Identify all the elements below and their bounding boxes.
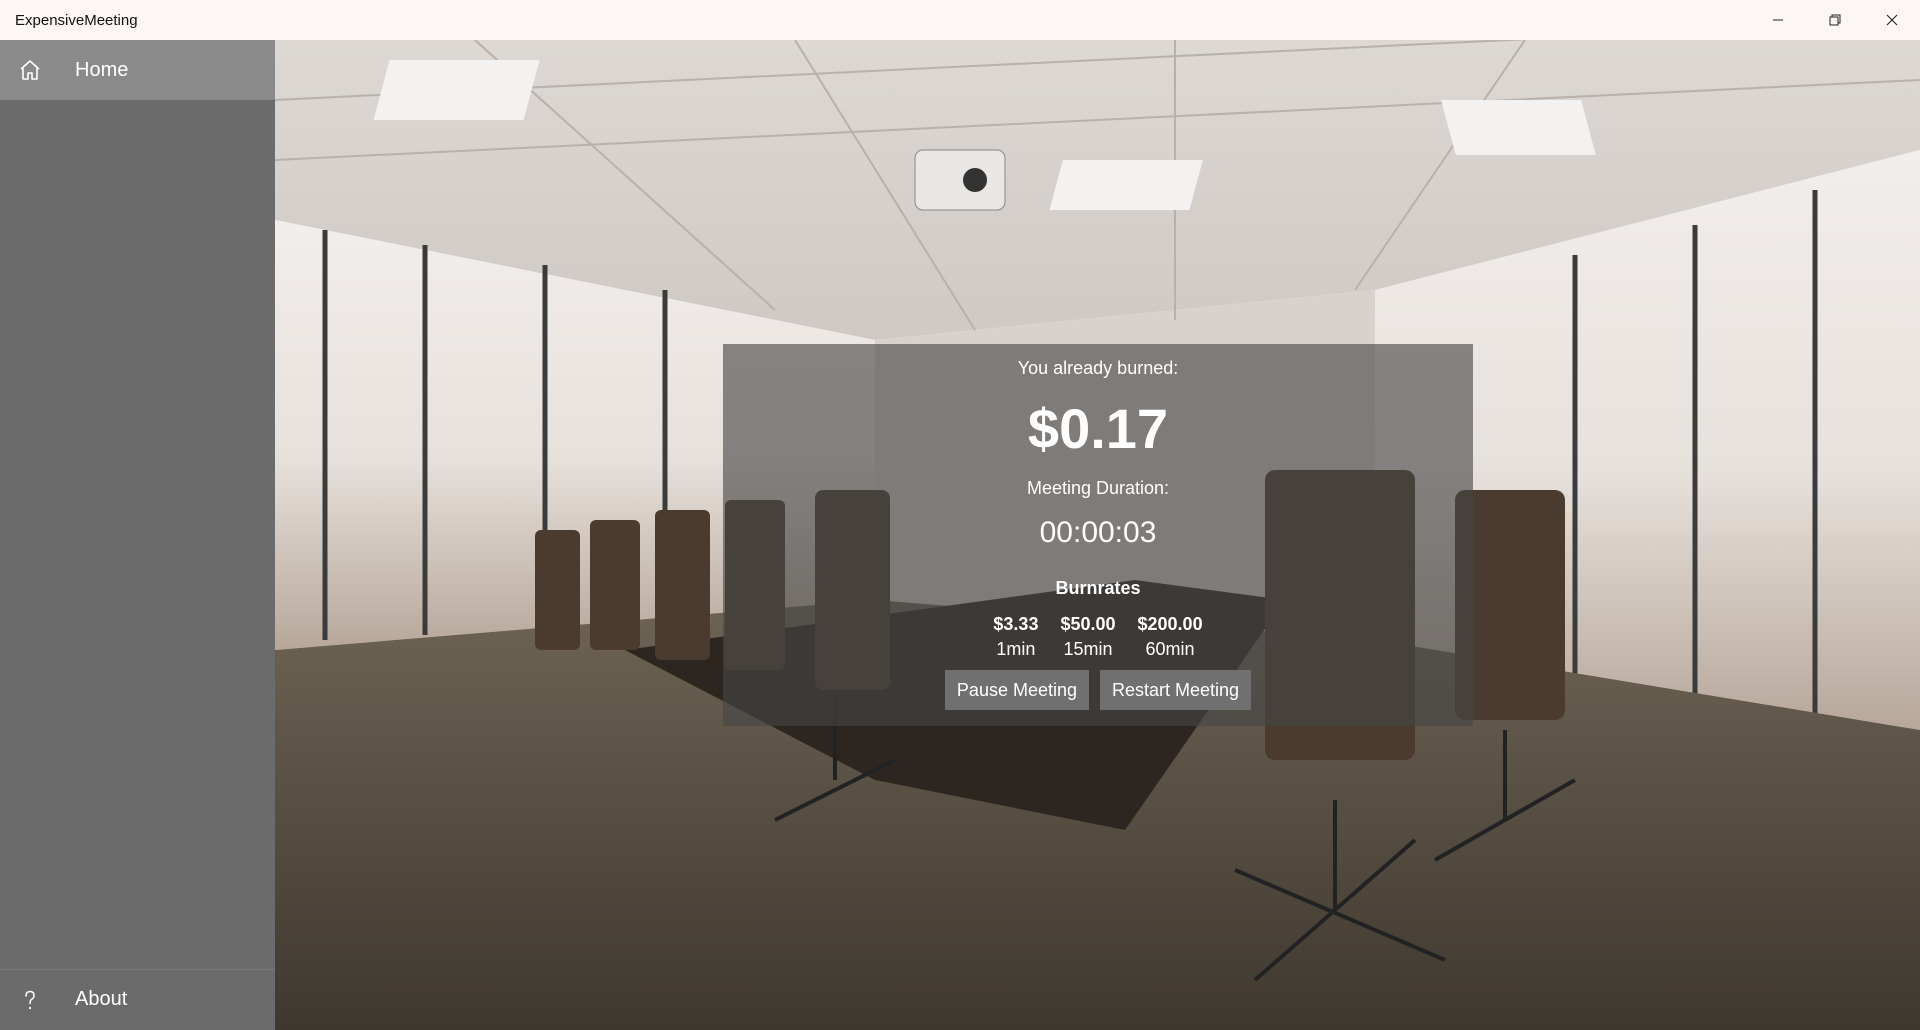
meeting-controls: Pause Meeting Restart Meeting <box>723 670 1473 710</box>
nav-item-label: Home <box>75 58 129 81</box>
burnrate-period: 1min <box>996 639 1036 659</box>
nav-item-label: About <box>75 988 128 1010</box>
burnrate-period: 60min <box>1145 639 1195 659</box>
burnrate-15min: $50.00 15min <box>1060 614 1115 660</box>
pause-meeting-button[interactable]: Pause Meeting <box>944 670 1089 710</box>
burnrate-amount: $200.00 <box>1137 614 1203 634</box>
nav-sidebar: Home About <box>0 40 275 1030</box>
burnrates-heading: Burnrates <box>1055 578 1141 598</box>
duration-value: 00:00:03 <box>1039 516 1157 549</box>
close-icon <box>1886 14 1897 26</box>
restore-button[interactable] <box>1806 0 1863 40</box>
restart-meeting-button[interactable]: Restart Meeting <box>1100 670 1252 710</box>
burnrates-list: $3.33 1min $50.00 15min $200.00 60min <box>723 614 1473 660</box>
burnrate-1min: $3.33 1min <box>993 614 1038 660</box>
nav-item-about[interactable]: About <box>0 969 275 1029</box>
minimize-icon <box>1772 19 1783 21</box>
burnrate-60min: $200.00 60min <box>1138 614 1203 660</box>
title-bar: ExpensiveMeeting <box>0 0 1920 40</box>
minimize-button[interactable] <box>1749 0 1806 40</box>
app-title: ExpensiveMeeting <box>15 11 138 29</box>
restore-icon <box>1829 14 1840 26</box>
burnrate-period: 15min <box>1063 639 1113 659</box>
meeting-cost-card: You already burned: $0.17 Meeting Durati… <box>723 344 1473 726</box>
window-controls <box>1749 0 1920 40</box>
nav-item-home[interactable]: Home <box>0 40 275 100</box>
close-button[interactable] <box>1863 0 1920 40</box>
help-icon <box>0 988 60 1012</box>
duration-label: Meeting Duration: <box>1026 478 1170 498</box>
burnrate-amount: $50.00 <box>1060 614 1116 634</box>
burned-label: You already burned: <box>1017 358 1179 378</box>
burnrate-amount: $3.33 <box>993 614 1039 634</box>
burned-amount: $0.17 <box>1027 397 1169 460</box>
main-content: You already burned: $0.17 Meeting Durati… <box>275 40 1920 1030</box>
home-icon <box>0 58 60 82</box>
